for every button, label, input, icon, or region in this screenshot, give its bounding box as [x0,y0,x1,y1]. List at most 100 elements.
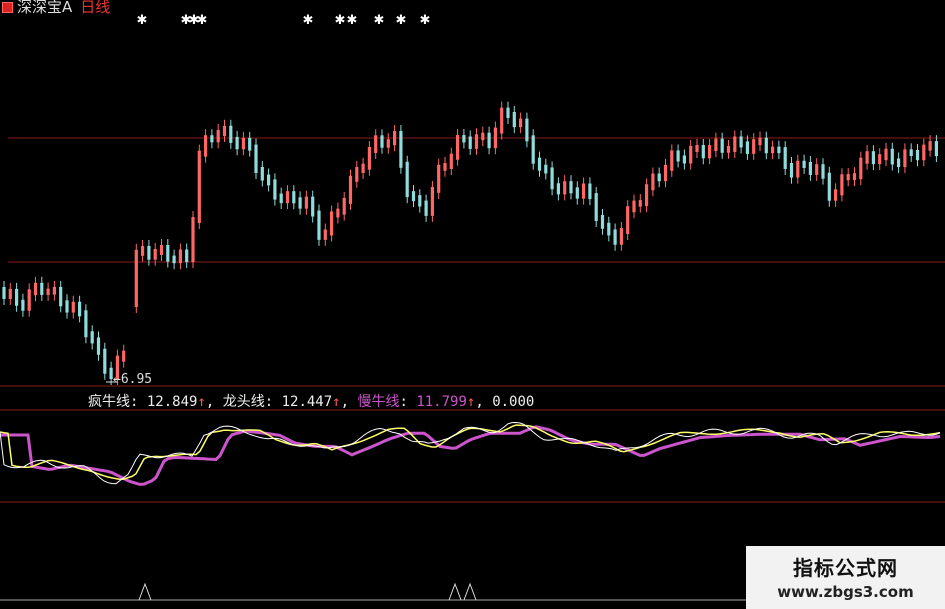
stock-name: 深深宝A [17,0,73,16]
candle-body [336,208,340,218]
candle-body [430,186,434,216]
candle-body [405,161,409,198]
candle-body [279,193,283,204]
up-arrow-icon: ↑ [197,394,206,410]
candle-body [317,210,321,240]
candle-body [500,107,504,134]
up-arrow-icon: ↑ [466,394,476,410]
candle-body [682,155,686,164]
candle-body [808,161,812,175]
candle-body [840,174,844,196]
candle-body [462,135,466,143]
candle-body [663,164,668,182]
watermark-box: 指标公式网 www.zbgs3.com [746,546,945,609]
candle-body [330,211,334,236]
candle-body [2,287,6,299]
candle-body [884,148,888,161]
candlestick-series [2,101,938,386]
stock-chart-window: ✱ ✱ ✱ ✱ ✱ ✱ ✱ ✱ ✱ ✱ 深深宝A 日线 ←6.95 疯牛线: 12.849↑, 龙头… [0,0,945,609]
candle-body [254,144,258,173]
candle-body [474,134,479,149]
candle-body [903,149,907,168]
signal-spike [138,582,152,601]
candle-body [481,132,485,141]
candle-body [834,189,838,201]
candle-body [273,179,277,200]
candle-body [909,149,913,157]
candle-body [122,350,126,362]
candle-body [204,135,208,157]
candle-body [928,141,932,151]
candle-body [367,146,371,170]
candle-body [582,183,586,199]
candle-body [600,214,605,229]
candle-body [311,196,315,217]
slow-bull-line [0,425,941,486]
candle-body [607,222,611,236]
candle-body [525,118,529,142]
candle-body [159,245,164,255]
candle-body [348,175,353,204]
candle-body [506,107,510,118]
candle-body [701,145,705,159]
candle-body [185,249,189,263]
candle-body [676,150,680,162]
candle-body [449,153,453,170]
legend-fast-value: 12.849 [146,394,198,410]
candle-body [437,164,441,193]
candle-body [52,286,56,295]
candle-body [323,229,327,240]
candle-body [84,310,88,338]
candle-body [575,187,579,199]
candle-body [689,145,693,164]
candle-body [285,191,290,204]
candle-body [827,172,831,201]
candle-body [21,299,25,311]
candle-body [487,132,491,149]
candle-body [493,127,497,149]
candle-body [267,174,271,186]
candle-body [178,249,182,264]
candle-body [166,245,170,262]
candle-body [355,167,359,182]
candle-body [796,160,800,178]
candle-body [361,163,365,174]
grid-lines [0,137,945,503]
low-price-marker: ←6.95 [113,372,153,387]
candle-body [764,137,768,154]
candle-body [802,160,806,168]
candle-body [745,141,749,154]
candle-body [141,245,145,256]
candle-body [90,331,94,344]
signal-star-icon: ✱ [335,13,346,28]
candle-body [424,200,428,216]
legend-extra-value: 0.000 [492,394,535,410]
candle-body [374,135,378,153]
candle-body [71,301,75,313]
signal-star-icon: ✱ [374,13,385,28]
period-label[interactable]: 日线 [80,0,110,16]
candle-body [33,282,38,296]
fast-bull-line [0,421,941,485]
chart-canvas[interactable]: ✱ ✱✱✱ ✱ ✱ ✱ ✱ ✱ ✱ [0,0,945,609]
candle-body [859,157,863,180]
candle-body [103,348,107,374]
candle-body [512,111,516,128]
candle-body [229,125,233,143]
legend-slow-value: 11.799 [416,394,467,410]
candle-body [657,173,661,182]
candle-body [871,151,875,165]
candle-body [714,138,718,152]
candle-body [638,200,642,207]
candle-body [632,200,636,213]
candle-body [777,146,781,154]
signal-star-icon: ✱ [420,13,431,28]
candle-body [726,145,731,153]
candle-body [210,135,214,143]
candle-body [443,163,447,171]
legend-leader-value: 12.447 [281,394,333,410]
indicator-legend: 疯牛线: 12.849↑, 龙头线: 12.447↑, 慢牛线: 11.799↑… [88,394,535,410]
candle-body [846,174,850,181]
candle-body [556,183,560,195]
candle-body [519,118,523,128]
